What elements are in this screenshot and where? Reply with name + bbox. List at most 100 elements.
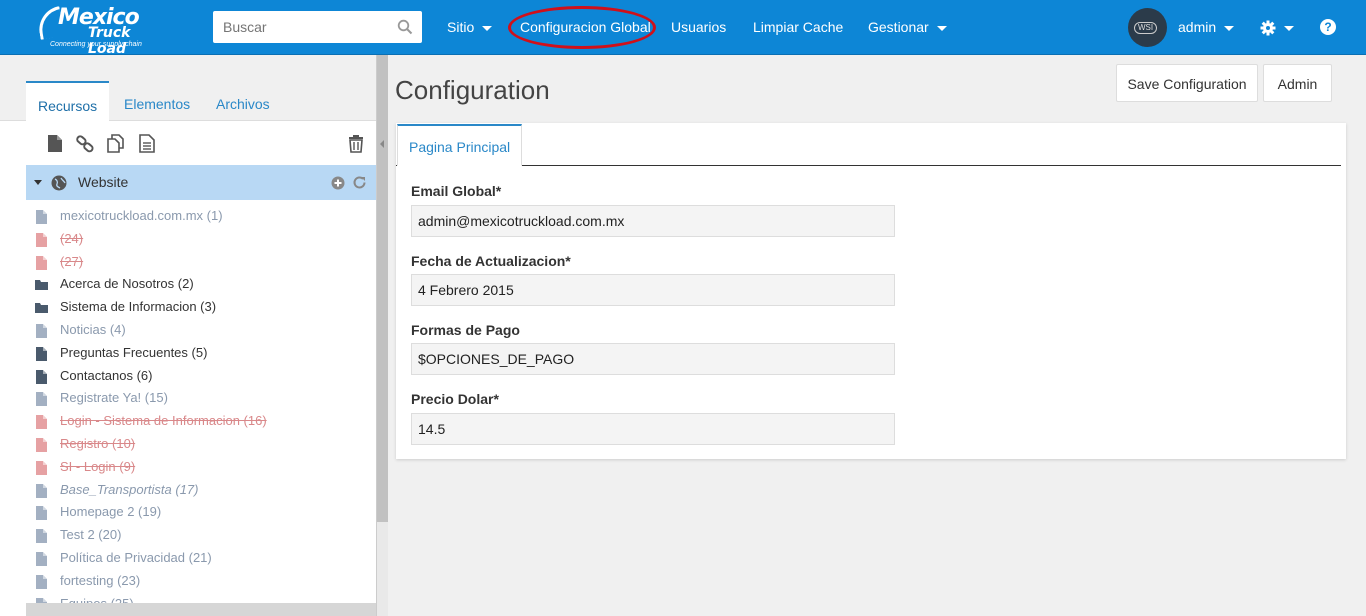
nav-usuarios-label: Usuarios xyxy=(671,19,727,35)
globe-icon xyxy=(51,175,67,191)
document-icon xyxy=(36,551,47,566)
tree-item[interactable]: Sistema de Informacion (3) xyxy=(26,296,376,319)
document-icon xyxy=(36,529,47,544)
text-document-icon[interactable] xyxy=(138,134,156,153)
nav-usuarios[interactable]: Usuarios xyxy=(671,0,726,55)
site-logo[interactable]: Mexico Truck Load Connecting your supply… xyxy=(35,6,168,57)
nav-gestionar[interactable]: Gestionar xyxy=(868,0,947,55)
tree-item-label: (27) xyxy=(60,253,84,269)
tree-item[interactable]: Login - Sistema de Informacion (16) xyxy=(26,410,376,433)
email-global-field[interactable] xyxy=(411,205,895,237)
tree-item-label: Registrate Ya! (15) xyxy=(60,390,168,406)
tree-item-label: Preguntas Frecuentes (5) xyxy=(60,344,208,360)
tree-item-label: Homepage 2 (19) xyxy=(60,504,162,520)
page-title: Configuration xyxy=(395,75,550,105)
settings-menu[interactable] xyxy=(1260,0,1294,55)
tree-item-label: Test 2 (20) xyxy=(60,527,122,543)
avatar-text: WSI xyxy=(1134,22,1158,34)
tree-item[interactable]: (27) xyxy=(26,251,376,274)
tree-item-label: Registro (10) xyxy=(60,435,136,451)
gear-icon xyxy=(1260,20,1276,36)
tree-item-label: Noticias (4) xyxy=(60,321,126,337)
tree-item[interactable]: Homepage 2 (19) xyxy=(26,501,376,524)
scrollbar-thumb[interactable] xyxy=(377,55,388,522)
tree-root-website[interactable]: Website xyxy=(26,165,376,200)
tree-item[interactable]: SI - Login (9) xyxy=(26,456,376,479)
search-icon[interactable] xyxy=(397,19,413,35)
formas-de-pago-label: Formas de Pago xyxy=(411,322,520,338)
email-global-label: Email Global* xyxy=(411,183,502,199)
trash-icon[interactable] xyxy=(347,134,365,153)
tree-item-label: Acerca de Nosotros (2) xyxy=(60,276,194,292)
tab-archivos[interactable]: Archivos xyxy=(204,81,282,121)
user-name: admin xyxy=(1178,19,1217,35)
configuration-panel: Pagina Principal Email Global* Fecha de … xyxy=(396,123,1346,459)
folder-icon xyxy=(35,280,48,291)
fecha-actualizacion-field[interactable] xyxy=(411,274,895,306)
document-icon xyxy=(36,483,47,498)
caret-down-icon[interactable] xyxy=(34,180,42,185)
tree-item-label: SI - Login (9) xyxy=(60,458,136,474)
add-icon[interactable] xyxy=(331,176,345,190)
nav-limpiar-cache-label: Limpiar Cache xyxy=(753,19,844,35)
document-icon xyxy=(36,255,47,270)
resource-sidebar: Recursos Elementos Archivos Website mexi… xyxy=(0,55,376,616)
tree-item[interactable]: (24) xyxy=(26,228,376,251)
save-configuration-button[interactable]: Save Configuration xyxy=(1116,64,1258,102)
formas-de-pago-field[interactable] xyxy=(411,343,895,375)
tree-item-label: mexicotruckload.com.mx (1) xyxy=(60,208,223,223)
tree-item-label: Sistema de Informacion (3) xyxy=(60,299,217,315)
tree-item-label: (24) xyxy=(60,230,84,246)
sidebar-horizontal-scrollbar[interactable] xyxy=(26,603,376,616)
avatar[interactable]: WSI xyxy=(1128,8,1167,47)
tab-divider xyxy=(396,165,1341,166)
precio-dolar-field[interactable] xyxy=(411,413,895,445)
nav-limpiar-cache[interactable]: Limpiar Cache xyxy=(753,0,843,55)
copy-icon[interactable] xyxy=(106,134,124,153)
search-input[interactable] xyxy=(213,11,393,43)
tree-item-label: Política de Privacidad (21) xyxy=(60,549,212,565)
tab-elementos[interactable]: Elementos xyxy=(112,81,202,121)
document-icon xyxy=(36,346,47,361)
chevron-down-icon xyxy=(1284,25,1294,31)
tab-pagina-principal[interactable]: Pagina Principal xyxy=(397,124,523,166)
chevron-down-icon xyxy=(936,25,947,31)
tree-item[interactable]: Política de Privacidad (21) xyxy=(26,547,376,570)
fecha-actualizacion-label: Fecha de Actualizacion* xyxy=(411,253,571,269)
admin-button[interactable]: Admin xyxy=(1263,64,1332,102)
tab-recursos[interactable]: Recursos xyxy=(26,81,110,121)
tree-item[interactable]: fortesting (23) xyxy=(26,570,376,593)
link-icon[interactable] xyxy=(76,134,94,153)
tree-item[interactable]: Registrate Ya! (15) xyxy=(26,387,376,410)
refresh-icon[interactable] xyxy=(352,175,367,190)
tree-item[interactable]: Preguntas Frecuentes (5) xyxy=(26,342,376,365)
tree-item-label: fortesting (23) xyxy=(60,572,141,588)
precio-dolar-label: Precio Dolar* xyxy=(411,391,499,407)
tree-item[interactable]: Registro (10) xyxy=(26,433,376,456)
collapse-sidebar-icon[interactable] xyxy=(380,140,384,148)
tree-item[interactable]: Base_Transportista (17) xyxy=(26,479,376,502)
logo-tagline: Connecting your supply chain xyxy=(50,41,142,48)
new-document-icon[interactable] xyxy=(46,134,64,153)
nav-sitio[interactable]: Sitio xyxy=(447,0,493,55)
top-navbar: Mexico Truck Load Connecting your supply… xyxy=(0,0,1366,57)
document-icon xyxy=(36,210,47,224)
chevron-down-icon xyxy=(482,25,493,31)
tree-item[interactable]: Contactanos (6) xyxy=(26,365,376,388)
document-icon xyxy=(36,392,47,407)
search-box xyxy=(213,11,422,43)
help-icon[interactable]: ? xyxy=(1320,19,1336,35)
resource-tree: mexicotruckload.com.mx (1) (24) (27) Acer… xyxy=(26,205,376,615)
tree-item[interactable]: mexicotruckload.com.mx (1) xyxy=(26,205,376,228)
tree-item-label: Login - Sistema de Informacion (16) xyxy=(60,413,267,429)
document-icon xyxy=(36,369,47,384)
document-icon xyxy=(36,323,47,338)
tree-item[interactable]: Test 2 (20) xyxy=(26,524,376,547)
tree-item-label: Base_Transportista (17) xyxy=(60,481,199,497)
user-menu[interactable]: admin xyxy=(1178,0,1235,55)
nav-sitio-label: Sitio xyxy=(447,19,475,35)
tree-item[interactable]: Acerca de Nosotros (2) xyxy=(26,273,376,296)
document-icon xyxy=(36,574,47,589)
tree-item[interactable]: Noticias (4) xyxy=(26,319,376,342)
document-icon xyxy=(36,437,47,452)
